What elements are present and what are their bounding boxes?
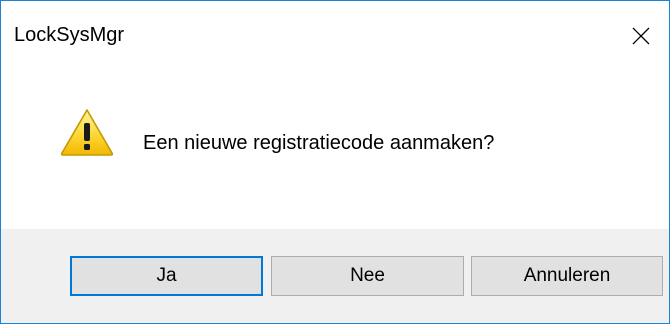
dialog-content: Een nieuwe registratiecode aanmaken?	[1, 71, 669, 229]
window-title: LockSysMgr	[14, 24, 125, 46]
close-icon	[632, 27, 650, 45]
yes-button[interactable]: Ja	[70, 256, 263, 296]
no-button[interactable]: Nee	[271, 256, 464, 296]
warning-icon	[60, 109, 114, 156]
close-button[interactable]	[613, 1, 669, 71]
button-bar: Ja Nee Annuleren	[1, 229, 669, 323]
dialog-message: Een nieuwe registratiecode aanmaken?	[143, 132, 495, 154]
title-bar[interactable]: LockSysMgr	[1, 1, 669, 71]
dialog-window: LockSysMgr Een nieuwe registratiecode aa…	[0, 0, 670, 324]
cancel-button[interactable]: Annuleren	[471, 256, 663, 296]
